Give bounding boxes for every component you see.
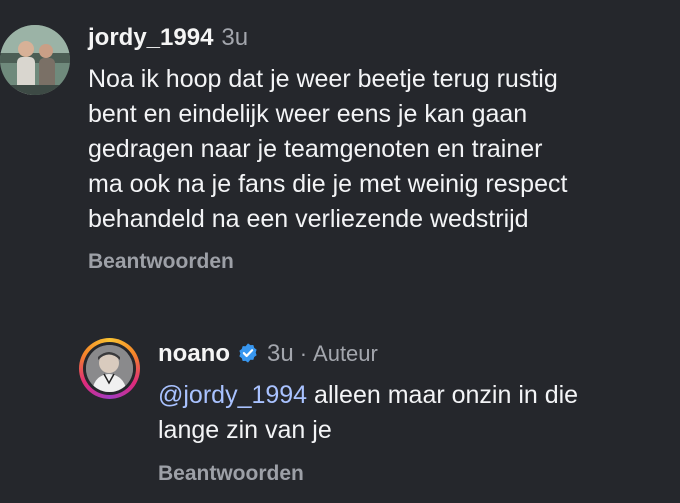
timestamp: 3u [267, 340, 294, 367]
reply-button[interactable]: Beantwoorden [88, 250, 234, 274]
author-label: Auteur [313, 341, 378, 366]
reply-button[interactable]: Beantwoorden [158, 462, 304, 486]
comment-meta: jordy_1994 3u [88, 24, 668, 52]
comment-text: Noa ik hoop dat je weer beetje terug rus… [88, 65, 568, 233]
avatar-jordy[interactable] [0, 25, 70, 95]
timestamp: 3u [221, 24, 249, 51]
avatar-noano [86, 345, 133, 392]
avatar-ring-gap [83, 342, 136, 395]
mention-link[interactable]: @jordy_1994 [158, 381, 307, 409]
username[interactable]: jordy_1994 [88, 24, 213, 52]
comment-meta: noano 3u · Auteur [158, 339, 668, 368]
comment-text: @jordy_1994 alleen maar onzin in die lan… [158, 378, 668, 448]
separator: · [299, 341, 308, 366]
comment-body: noano 3u · Auteur @jordy_1994 alleen maa… [158, 339, 668, 448]
avatar-noano-story-ring[interactable] [79, 338, 140, 399]
username[interactable]: noano [158, 340, 230, 368]
comment-body: jordy_1994 3u Noa ik hoop dat je weer be… [88, 24, 668, 237]
verified-badge-icon [237, 342, 259, 364]
